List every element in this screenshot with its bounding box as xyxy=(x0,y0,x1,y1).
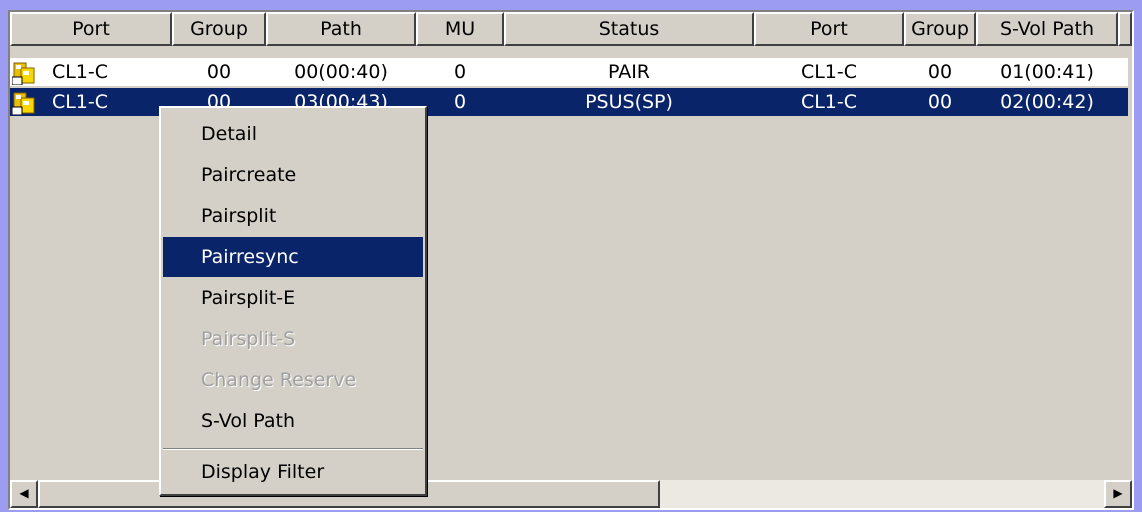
cell-path: 00(00:40) xyxy=(294,61,388,83)
cell-status: PAIR xyxy=(607,61,651,83)
table-row[interactable]: CL1-C 00 00(00:40) 0 PAIR CL1-C 00 01(00… xyxy=(10,58,1128,86)
menu-item-change-reserve: Change Reserve xyxy=(201,369,357,391)
column-header-mu[interactable]: MU xyxy=(416,12,504,46)
scroll-left-button[interactable]: ◀ xyxy=(10,480,38,508)
pair-volume-icon xyxy=(12,92,35,115)
column-header-port[interactable]: Port xyxy=(10,12,172,46)
cell-group: 00 xyxy=(206,61,232,83)
scroll-right-arrow-icon: ▶ xyxy=(1113,486,1123,500)
menu-item-pairsplit-e[interactable]: Pairsplit-E xyxy=(163,278,423,318)
column-header-path[interactable]: Path xyxy=(266,12,416,46)
cell-svol-path: 02(00:42) xyxy=(1000,91,1094,113)
column-header-extra[interactable] xyxy=(1118,12,1132,46)
column-header-status[interactable]: Status xyxy=(504,12,754,46)
cell-svol-port: CL1-C xyxy=(800,91,858,113)
cell-svol-port: CL1-C xyxy=(800,61,858,83)
menu-item-pairsplit-s: Pairsplit-S xyxy=(201,328,296,350)
cell-port: CL1-C xyxy=(51,61,109,83)
menu-item-paircreate[interactable]: Paircreate xyxy=(163,155,423,195)
cell-mu: 0 xyxy=(453,91,467,113)
menu-separator xyxy=(163,448,423,450)
column-header-group[interactable]: Group xyxy=(172,12,266,46)
context-menu: Detail Paircreate Pairsplit Pairresync P… xyxy=(159,106,427,496)
menu-item-display-filter[interactable]: Display Filter xyxy=(163,452,423,492)
menu-item-pairresync[interactable]: Pairresync xyxy=(163,237,423,277)
cell-svol-path: 01(00:41) xyxy=(1000,61,1094,83)
menu-item-detail[interactable]: Detail xyxy=(163,114,423,154)
menu-item-svol-path[interactable]: S-Vol Path xyxy=(163,401,423,441)
menu-item-pairsplit[interactable]: Pairsplit xyxy=(163,196,423,236)
table-header: Port Group Path MU Status Port Group S-V… xyxy=(10,12,1132,46)
cell-mu: 0 xyxy=(453,61,467,83)
scroll-left-arrow-icon: ◀ xyxy=(19,486,29,500)
pair-volume-icon xyxy=(12,62,35,85)
column-header-svol-group[interactable]: Group xyxy=(904,12,976,46)
scroll-right-button[interactable]: ▶ xyxy=(1104,480,1132,508)
cell-port: CL1-C xyxy=(51,91,109,113)
column-header-svol-port[interactable]: Port xyxy=(754,12,904,46)
cell-svol-group: 00 xyxy=(927,61,953,83)
cell-status: PSUS(SP) xyxy=(585,91,673,113)
column-header-svol-path[interactable]: S-Vol Path xyxy=(976,12,1118,46)
cell-svol-group: 00 xyxy=(927,91,953,113)
